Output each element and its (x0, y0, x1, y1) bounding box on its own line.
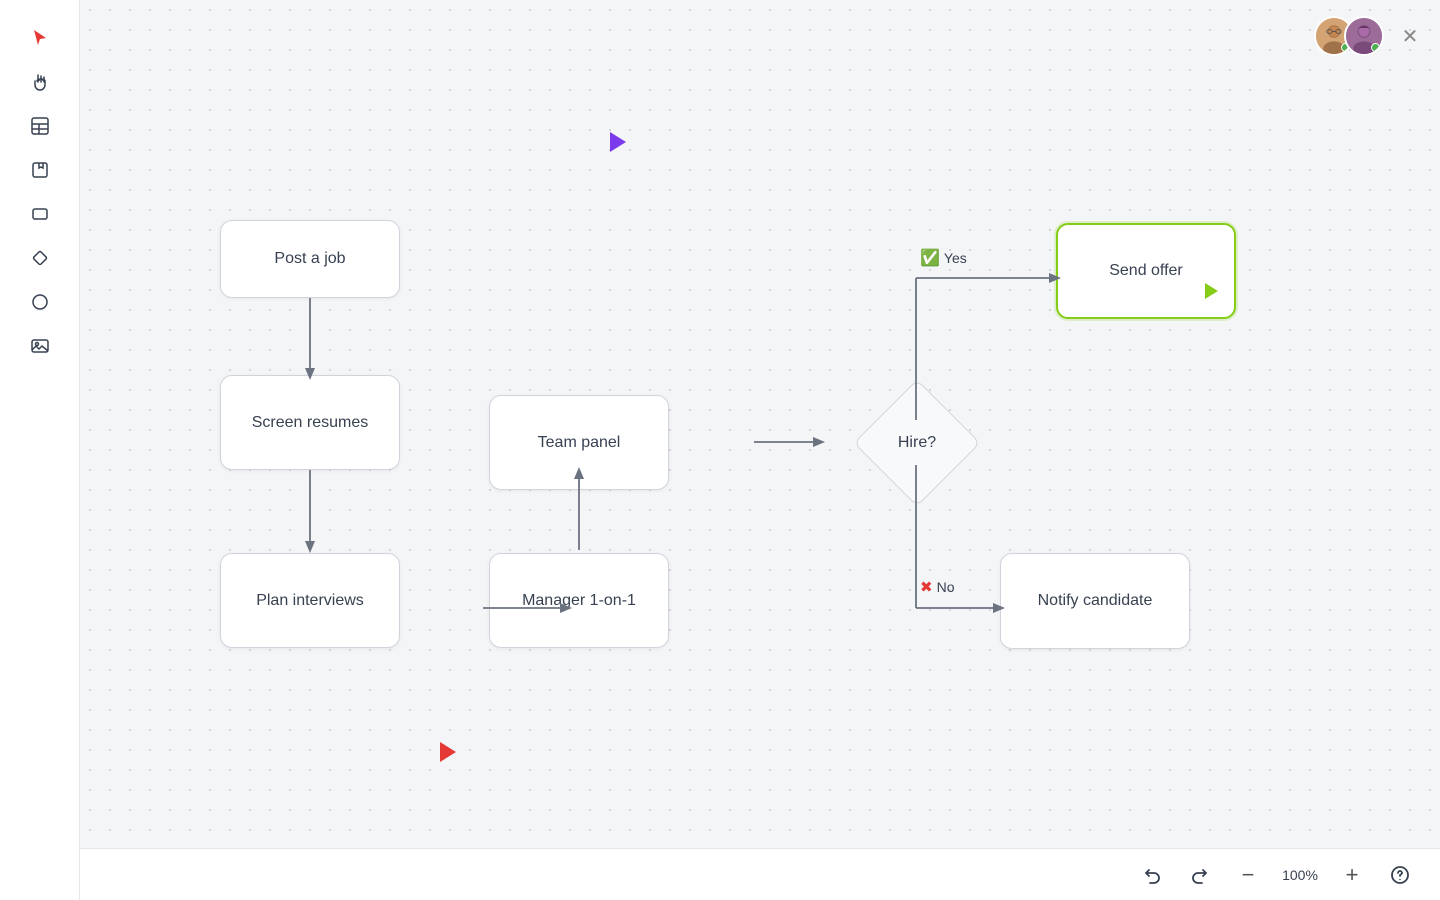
node-post-job[interactable]: Post a job (220, 220, 400, 298)
green-cursor-icon (1205, 283, 1218, 299)
avatar-user2 (1344, 16, 1384, 56)
close-button[interactable]: ✕ (1396, 22, 1424, 50)
zoom-out-button[interactable]: − (1232, 859, 1264, 891)
avatar-online-dot2 (1371, 43, 1380, 52)
node-manager-1on1[interactable]: Manager 1-on-1 (489, 553, 669, 648)
zoom-in-button[interactable]: + (1336, 859, 1368, 891)
canvas[interactable]: Post a job Screen resumes Plan interview… (80, 0, 1440, 900)
undo-button[interactable] (1136, 859, 1168, 891)
node-notify-candidate[interactable]: Notify candidate (1000, 553, 1190, 649)
zoom-level-display: 100% (1280, 867, 1320, 883)
cursor-red-bottom (440, 742, 456, 762)
no-label: ✖ No (920, 578, 954, 596)
node-hire-diamond[interactable]: Hire? (822, 395, 1012, 490)
sticky-tool[interactable] (22, 152, 58, 188)
node-plan-interviews[interactable]: Plan interviews (220, 553, 400, 648)
collaborator-avatars (1314, 16, 1384, 56)
help-button[interactable] (1384, 859, 1416, 891)
top-right-controls: ✕ (1314, 16, 1424, 56)
diamond-tool[interactable] (22, 240, 58, 276)
bottom-toolbar: − 100% + (80, 848, 1440, 900)
image-tool[interactable] (22, 328, 58, 364)
cursor-tool[interactable] (22, 20, 58, 56)
table-tool[interactable] (22, 108, 58, 144)
rectangle-tool[interactable] (22, 196, 58, 232)
circle-tool[interactable] (22, 284, 58, 320)
node-screen-resumes[interactable]: Screen resumes (220, 375, 400, 470)
node-team-panel[interactable]: Team panel (489, 395, 669, 490)
hand-tool[interactable] (22, 64, 58, 100)
node-send-offer[interactable]: Send offer (1056, 223, 1236, 319)
yes-label: ✅ Yes (920, 248, 967, 268)
redo-button[interactable] (1184, 859, 1216, 891)
cursor-purple-top (610, 132, 626, 152)
left-toolbar (0, 0, 80, 900)
